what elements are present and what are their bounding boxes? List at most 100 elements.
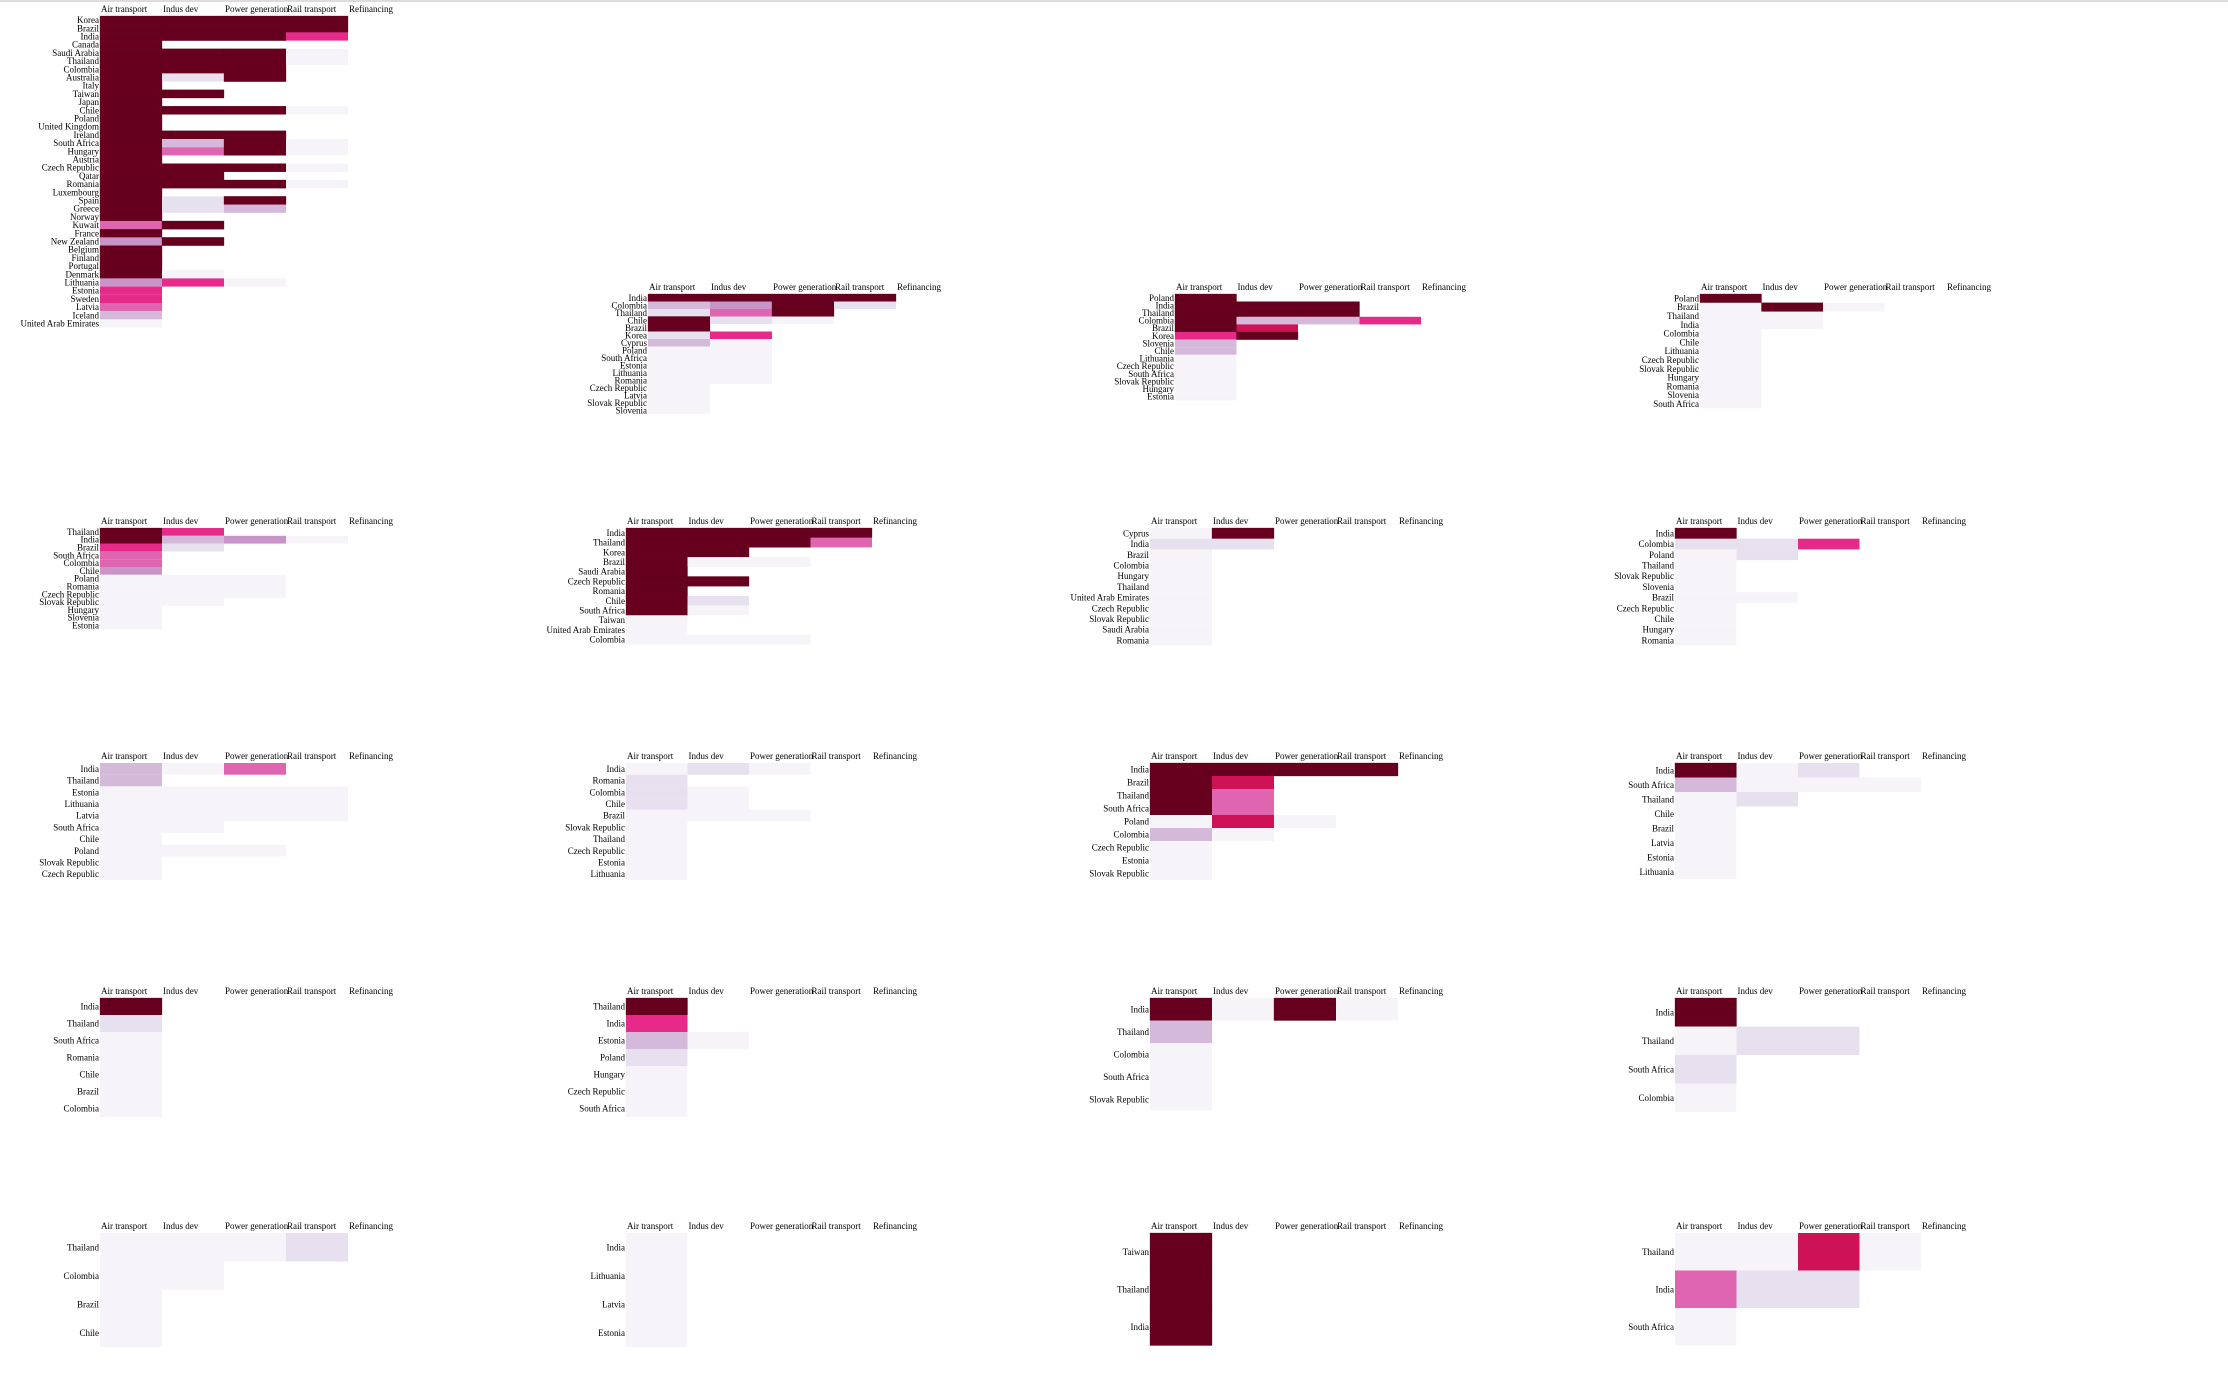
heatmap-cell-india-air-transport xyxy=(626,1233,688,1262)
column-label-air-transport: Air transport xyxy=(1676,986,1723,996)
heatmap-cell-taiwan-air-transport xyxy=(99,89,163,99)
heatmap-cell-latvia-air-transport xyxy=(626,1290,688,1319)
column-label-air-transport: Air transport xyxy=(627,516,674,526)
column-label-rail-transport: Rail transport xyxy=(287,516,337,526)
heatmap-cell-czech-republic-indus-dev xyxy=(161,163,225,172)
heatmap-cell-ireland-power-generation xyxy=(223,130,287,140)
heatmap-cell-romania-air-transport xyxy=(1675,635,1737,646)
column-label-refinancing: Refinancing xyxy=(1399,751,1443,761)
heatmap-cell-cyprus-air-transport xyxy=(1150,528,1212,539)
heatmap-cell-czech-republic-air-transport xyxy=(626,844,688,857)
heatmap-cell-saudi-arabia-air-transport xyxy=(99,48,163,58)
heatmap-cell-lithuania-air-transport xyxy=(100,278,162,287)
heatmap-cell-korea-air-transport xyxy=(625,547,688,558)
column-label-refinancing: Refinancing xyxy=(349,986,393,996)
heatmap-cell-korea-indus-dev xyxy=(161,15,225,25)
heatmap-cell-thailand-air-transport xyxy=(1675,1026,1737,1055)
heatmap-cell-colombia-indus-dev xyxy=(1212,828,1274,841)
heatmap-cell-estonia-air-transport xyxy=(648,361,710,369)
heatmap-cell-india-air-transport xyxy=(1150,538,1212,550)
heatmap-cell-czech-republic-air-transport xyxy=(1700,355,1762,365)
heatmap-panel-20: Air transport Indus dev Power generationRa… xyxy=(1628,1221,1966,1346)
heatmap-cell-india-indus-dev xyxy=(1761,320,1823,330)
heatmap-cell-cyprus-indus-dev xyxy=(710,339,772,347)
heatmap-cell-colombia-power-generation xyxy=(1798,538,1860,550)
row-label-brazil: Brazil xyxy=(77,1087,99,1097)
heatmap-cell-india-power-generation xyxy=(1297,301,1360,310)
heatmap-cell-brazil-indus-dev xyxy=(1212,776,1274,789)
heatmap-cell-thailand-power-generation xyxy=(748,537,811,548)
heatmap-cell-slovenia-air-transport xyxy=(1175,339,1237,348)
heatmap-cell-south-africa-indus-dev xyxy=(1736,777,1798,792)
row-label-czech-republic: Czech Republic xyxy=(568,576,625,586)
heatmap-cell-india-air-transport xyxy=(1149,762,1213,777)
heatmap-cell-estonia-rail-transport xyxy=(286,786,348,799)
row-label-thailand: Thailand xyxy=(593,834,625,844)
heatmap-cell-india-power-generation xyxy=(224,763,286,775)
column-label-power-generation: Power generation xyxy=(750,516,814,526)
heatmap-panel-2: Air transport Indus dev Power generationRa… xyxy=(587,282,941,415)
row-label-czech-republic: Czech Republic xyxy=(568,846,625,856)
heatmap-cell-romania-air-transport xyxy=(100,582,162,591)
heatmap-cell-denmark-air-transport xyxy=(99,270,163,279)
heatmap-cell-united-arab-emirates-air-transport xyxy=(100,319,162,328)
row-label-thailand: Thailand xyxy=(1117,1284,1149,1294)
row-label-south-africa: South Africa xyxy=(579,1104,625,1114)
heatmap-panel-7: Air transport Indus dev Power generationRa… xyxy=(1071,516,1443,646)
heatmap-cell-portugal-air-transport xyxy=(99,261,163,271)
heatmap-cell-latvia-air-transport xyxy=(100,809,162,822)
row-label-thailand: Thailand xyxy=(67,1242,99,1252)
heatmap-cell-thailand-indus-dev xyxy=(1761,311,1823,321)
heatmap-cell-colombia-air-transport xyxy=(1150,828,1212,841)
row-label-hungary: Hungary xyxy=(1118,571,1150,581)
heatmap-cell-czech-republic-air-transport xyxy=(625,576,688,587)
heatmap-cell-romania-air-transport xyxy=(625,586,688,597)
row-label-south-africa: South Africa xyxy=(1628,1322,1674,1332)
column-label-indus-dev: Indus dev xyxy=(689,516,725,526)
column-label-air-transport: Air transport xyxy=(1676,516,1723,526)
heatmap-cell-colombia-power-generation xyxy=(749,634,811,645)
heatmap-cell-czech-republic-air-transport xyxy=(1150,841,1212,854)
heatmap-cell-south-africa-air-transport xyxy=(1675,1055,1737,1084)
heatmap-cell-thailand-power-generation xyxy=(223,56,287,66)
column-label-rail-transport: Rail transport xyxy=(287,4,337,14)
column-label-power-generation: Power generation xyxy=(1799,751,1863,761)
heatmap-cell-romania-air-transport xyxy=(99,179,163,189)
heatmap-cell-poland-air-transport xyxy=(99,114,163,123)
column-label-refinancing: Refinancing xyxy=(1922,516,1966,526)
column-label-air-transport: Air transport xyxy=(101,1221,148,1231)
heatmap-cell-chile-power-generation xyxy=(223,106,287,115)
column-label-refinancing: Refinancing xyxy=(349,1221,393,1231)
heatmap-cell-thailand-air-transport xyxy=(648,309,710,317)
column-label-refinancing: Refinancing xyxy=(897,282,941,292)
heatmap-cell-india-rail-transport xyxy=(1336,998,1398,1021)
heatmap-cell-south-africa-indus-dev xyxy=(687,605,749,616)
heatmap-panel-10: Air transport Indus dev Power generationRa… xyxy=(565,751,917,880)
heatmap-cell-romania-indus-dev xyxy=(710,376,772,384)
heatmap-cell-south-africa-air-transport xyxy=(1149,801,1213,816)
heatmap-cell-colombia-power-generation xyxy=(771,301,835,310)
row-label-india: India xyxy=(1131,765,1150,775)
heatmap-cell-qatar-air-transport xyxy=(99,171,163,181)
heatmap-cell-chile-air-transport xyxy=(625,595,688,606)
heatmap-cell-australia-indus-dev xyxy=(162,73,224,82)
heatmap-cell-new-zealand-indus-dev xyxy=(161,237,225,246)
row-label-poland: Poland xyxy=(1124,817,1150,827)
heatmap-cell-chile-indus-dev xyxy=(687,798,749,810)
heatmap-cell-czech-republic-air-transport xyxy=(1675,602,1737,614)
heatmap-cell-india-power-generation xyxy=(749,763,811,775)
heatmap-cell-new-zealand-air-transport xyxy=(100,237,162,246)
heatmap-cell-sweden-air-transport xyxy=(100,294,162,303)
column-label-refinancing: Refinancing xyxy=(1399,1221,1443,1231)
column-label-indus-dev: Indus dev xyxy=(163,4,199,14)
row-label-india: India xyxy=(607,1019,626,1029)
heatmap-cell-chile-indus-dev xyxy=(161,106,225,115)
row-label-estonia: Estonia xyxy=(598,1036,625,1046)
heatmap-cell-chile-air-transport xyxy=(1700,338,1762,347)
row-label-estonia: Estonia xyxy=(72,787,99,797)
heatmap-cell-south-africa-rail-transport xyxy=(1859,777,1921,792)
heatmap-cell-colombia-air-transport xyxy=(1150,560,1212,571)
heatmap-cell-chile-air-transport xyxy=(626,798,688,810)
heatmap-cell-hungary-rail-transport xyxy=(286,147,348,156)
heatmap-cell-brazil-rail-transport xyxy=(285,24,349,33)
